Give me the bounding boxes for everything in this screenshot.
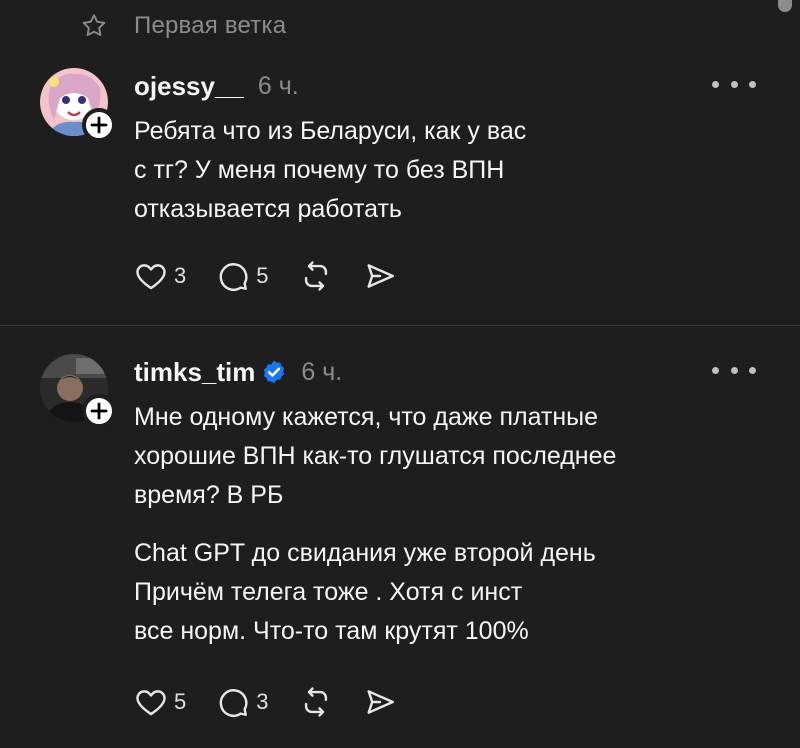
verified-badge-icon (264, 360, 285, 384)
follow-plus-button[interactable] (82, 394, 116, 428)
timestamp: 6 ч. (301, 357, 343, 386)
more-dots-icon (712, 80, 719, 88)
follow-plus-button[interactable] (82, 108, 116, 142)
post-text: Ребята что из Беларуси, как у вас с тг? … (134, 117, 527, 223)
more-dots-icon (712, 366, 719, 374)
reply-button[interactable]: 3 (216, 685, 269, 719)
more-dot (730, 366, 738, 374)
comment-icon (219, 263, 248, 291)
heart-icon (136, 264, 166, 290)
share-icon (366, 264, 394, 288)
post-text: Мне одному кажется, что даже платные хор… (134, 403, 617, 509)
more-options-button[interactable] (712, 74, 756, 94)
star-outline-icon (82, 14, 106, 36)
repost-button[interactable] (299, 259, 333, 293)
plus-icon (90, 402, 108, 420)
more-options-button[interactable] (712, 360, 756, 380)
plus-icon (90, 116, 108, 134)
repost-icon (304, 261, 327, 291)
share-button[interactable] (363, 685, 397, 719)
post-text-continued: Chat GPT до свидания уже второй день При… (134, 539, 596, 645)
repost-icon (304, 687, 327, 717)
post-actions: 3 5 (134, 256, 427, 296)
scroll-indicator (778, 0, 792, 12)
post-header: timks_tim 6 ч. (134, 352, 342, 392)
avatar-container[interactable] (40, 354, 116, 428)
share-button[interactable] (363, 259, 397, 293)
reply-count: 3 (256, 689, 269, 714)
more-dot (749, 80, 756, 88)
reply-count: 5 (256, 263, 269, 288)
heart-icon (136, 690, 166, 716)
username[interactable]: ojessy__ (134, 71, 244, 102)
thread-header[interactable]: Первая ветка (80, 8, 286, 44)
reply-button[interactable]: 5 (216, 259, 269, 293)
like-button[interactable]: 3 (134, 259, 186, 293)
post-divider (0, 325, 800, 326)
post-header: ojessy__ 6 ч. (134, 66, 299, 106)
comment-icon (219, 689, 248, 717)
post-actions: 5 3 (134, 682, 427, 722)
thread-header-label: Первая ветка (134, 12, 287, 39)
more-dot (749, 366, 756, 374)
share-icon (366, 690, 394, 714)
repost-button[interactable] (299, 685, 333, 719)
like-count: 3 (174, 263, 187, 288)
like-count: 5 (174, 689, 187, 714)
like-button[interactable]: 5 (134, 685, 186, 719)
avatar-container[interactable] (40, 68, 116, 142)
timestamp: 6 ч. (257, 71, 299, 100)
post: timks_tim 6 ч. Мне одному кажется, что д… (0, 346, 800, 748)
more-dot (730, 80, 738, 88)
username[interactable]: timks_tim (134, 357, 255, 388)
post: ojessy__ 6 ч. Ребята что из Беларуси, ка… (0, 60, 800, 324)
